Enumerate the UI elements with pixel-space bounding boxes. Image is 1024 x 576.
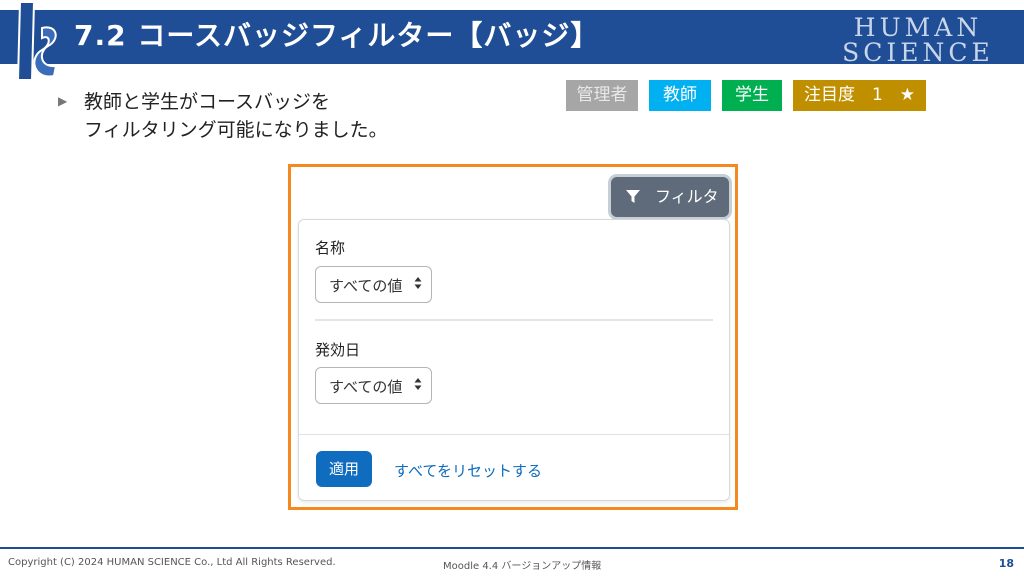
updown-arrow-icon [414,277,422,289]
brand-line-2: SCIENCE [842,38,994,67]
issued-date-select[interactable]: すべての値 [315,367,432,404]
badge-attention: 注目度 1 ★ [793,80,926,111]
hs-logo-icon [16,0,58,81]
badge-teacher: 教師 [649,80,711,111]
bullet-arrow-icon: ▶ [58,94,68,108]
field-label-name: 名称 [315,239,346,257]
screenshot-frame: フィルタ 名称 すべての値 発効日 すべての値 適用 すべてをリセットする [288,164,738,510]
field-divider [315,319,713,321]
name-select[interactable]: すべての値 [315,266,432,303]
funnel-icon [626,190,640,203]
brand-line-1: HUMAN [853,13,983,42]
footer-rule [0,547,1024,549]
updown-arrow-icon [414,378,422,390]
field-label-issued-date: 発効日 [315,341,361,359]
footer-center-text: Moodle 4.4 バージョンアップ情報 [443,561,602,572]
panel-footer-divider [299,434,729,435]
footer-copyright: Copyright (C) 2024 HUMAN SCIENCE Co., Lt… [8,557,336,568]
filter-panel: 名称 すべての値 発効日 すべての値 適用 すべてをリセットする [298,219,730,501]
bullet-text: 教師と学生がコースバッジを フィルタリング可能になりました。 [84,88,388,144]
page-number: 18 [998,557,1014,570]
filter-button[interactable]: フィルタ [611,177,729,217]
filter-button-label: フィルタ [655,187,719,206]
bullet-line-2: フィルタリング可能になりました。 [84,119,388,141]
brand-wordmark: HUMAN SCIENCE [834,15,1002,65]
badge-admin: 管理者 [566,80,638,111]
badge-student: 学生 [722,80,782,111]
apply-button[interactable]: 適用 [316,451,372,487]
bullet-line-1: 教師と学生がコースバッジを [84,91,331,113]
issued-date-select-value: すべての値 [329,378,403,396]
slide-title: 7.2 コースバッジフィルター【バッジ】 [74,19,600,52]
reset-all-link[interactable]: すべてをリセットする [394,460,542,481]
name-select-value: すべての値 [329,277,403,295]
